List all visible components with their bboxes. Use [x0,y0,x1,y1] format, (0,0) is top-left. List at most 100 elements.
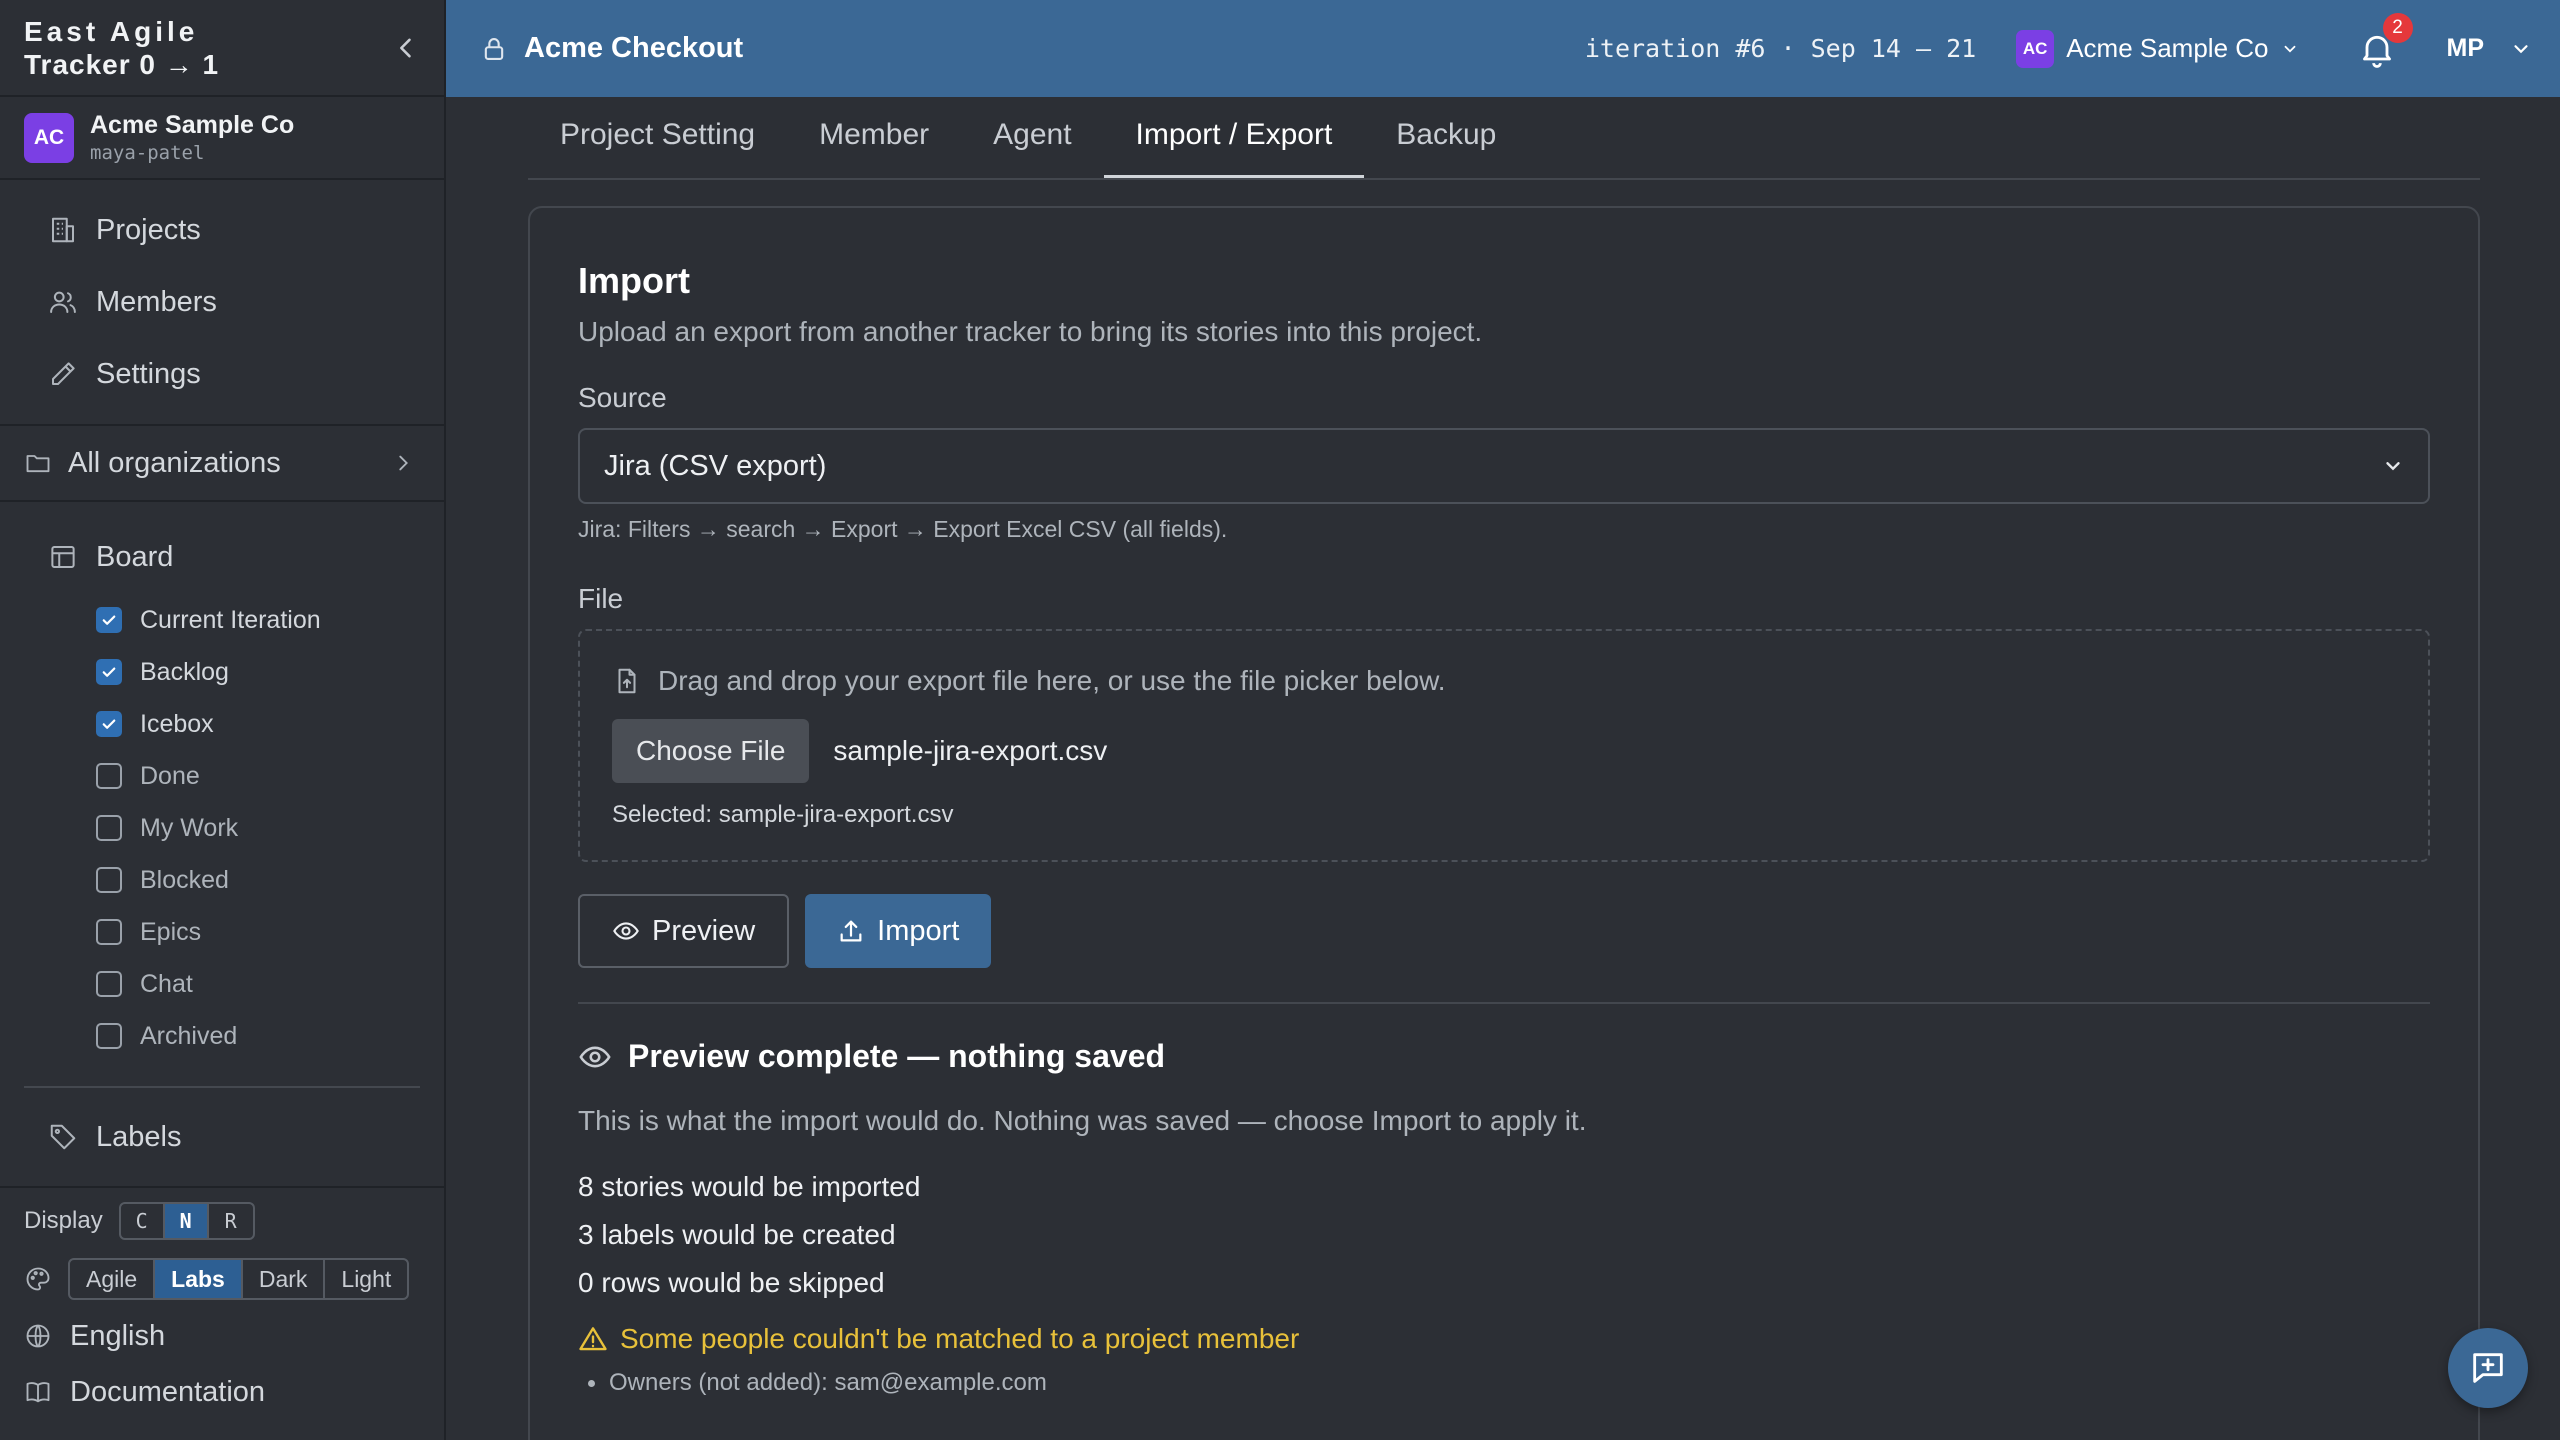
display-density-row: Display CNR [0,1192,444,1250]
preview-button[interactable]: Preview [578,894,790,968]
import-button[interactable]: Import [805,894,992,968]
tab-backup[interactable]: Backup [1364,95,1528,178]
checkbox-unchecked[interactable] [96,867,122,893]
board-filter-label: Chat [140,969,193,998]
language-selector[interactable]: English [0,1308,444,1364]
sidebar-item-settings[interactable]: Settings [0,338,444,410]
preview-button-label: Preview [652,914,756,947]
sidebar-item-projects[interactable]: Projects [0,194,444,266]
org-dropdown-label: Acme Sample Co [2066,33,2269,63]
choose-file-button[interactable]: Choose File [612,719,810,783]
users-icon [50,291,76,313]
brand-line-1: East Agile [24,15,199,47]
tab-import-export[interactable]: Import / Export [1103,95,1365,178]
theme-toggle: Agile Labs Dark Light [68,1258,410,1300]
board-icon [51,546,75,568]
import-heading: Import [578,260,690,301]
theme-option-light[interactable]: Light [325,1260,407,1298]
message-plus-icon [2473,1353,2503,1383]
labels-label: Labels [96,1120,182,1153]
file-picker-row: Choose File sample-jira-export.csv [612,719,2396,783]
preview-result-text: This is what the import would do. Nothin… [578,1105,1587,1136]
preview-stats: 8 stories would be imported 3 labels wou… [578,1163,2430,1307]
iteration-info[interactable]: iteration #6 · Sep 14 – 21 [1585,34,1976,63]
documentation-link[interactable]: Documentation [0,1364,444,1420]
board-filter-label: Icebox [140,709,214,738]
board-filter-item[interactable]: Current Iteration [96,594,444,646]
checkbox-unchecked[interactable] [96,815,122,841]
board-filter-item[interactable]: Icebox [96,698,444,750]
checkbox-unchecked[interactable] [96,763,122,789]
collapse-sidebar-icon[interactable] [392,34,420,62]
check-icon [102,719,116,729]
import-description: Upload an export from another tracker to… [578,316,1483,347]
tab-project-setting[interactable]: Project Setting [528,95,787,178]
org-dropdown[interactable]: AC Acme Sample Co [2016,29,2298,68]
file-dropzone[interactable]: Drag and drop your export file here, or … [578,629,2430,862]
theme-option-dark[interactable]: Dark [243,1260,326,1298]
unmatched-warning-text: Some people couldn't be matched to a pro… [620,1323,1300,1354]
preview-result-title: Preview complete — nothing saved [628,1038,1166,1074]
tab-member[interactable]: Member [787,95,961,178]
theme-option-agile[interactable]: Agile [70,1260,156,1298]
warning-icon [579,1327,607,1351]
notifications-button[interactable]: 2 [2357,12,2413,69]
board-filter-label: Blocked [140,865,229,894]
board-filter-label: Done [140,761,200,790]
building-icon [52,217,74,243]
board-filter-item[interactable]: Blocked [96,854,444,906]
display-option-c[interactable]: C [121,1204,165,1238]
board-filter-item[interactable]: My Work [96,802,444,854]
import-card: Import Upload an export from another tra… [528,206,2480,1440]
board-section: Board Current Iteration Backlog Icebox Done… [0,502,444,1088]
tab-agent[interactable]: Agent [961,95,1103,178]
board-filter-item[interactable]: Backlog [96,646,444,698]
checkbox-unchecked[interactable] [96,971,122,997]
theme-option-labs[interactable]: Labs [155,1260,243,1298]
import-actions: Preview Import [578,894,2430,968]
globe-icon [26,1324,50,1348]
sidebar-item-labels[interactable]: Labels [0,1088,444,1188]
sidebar-item-members[interactable]: Members [0,266,444,338]
user-initials: MP [2446,34,2485,62]
palette-icon [26,1267,50,1291]
stat-labels: 3 labels would be created [578,1219,896,1250]
checkbox-unchecked[interactable] [96,1023,122,1049]
eye-icon [579,1046,611,1067]
project-title: Acme Checkout [480,32,743,65]
all-organizations-link[interactable]: All organizations [0,426,444,502]
brand-logo[interactable]: East Agile Tracker 0 → 1 [24,15,219,81]
section-divider [578,1002,2430,1004]
preview-result-heading: Preview complete — nothing saved [578,1038,2430,1075]
notification-count-badge: 2 [2382,12,2413,43]
checkbox-checked[interactable] [96,607,122,633]
sidebar: East Agile Tracker 0 → 1 AC Acme Sample … [0,0,446,1440]
checkbox-unchecked[interactable] [96,919,122,945]
display-option-r[interactable]: R [209,1204,253,1238]
sidebar-item-board[interactable]: Board [0,520,444,594]
file-upload-icon [618,668,636,694]
display-option-n[interactable]: N [164,1204,209,1238]
feedback-chat-button[interactable] [2448,1328,2528,1408]
bullet [588,1379,595,1387]
eye-icon [613,922,639,940]
source-hint: Jira: Filters → search → Export → Export… [578,516,1228,542]
board-filter-item[interactable]: Done [96,750,444,802]
board-filter-label: My Work [140,813,239,842]
project-name: Acme Checkout [524,32,744,64]
org-switcher[interactable]: AC Acme Sample Co maya-patel [0,97,444,180]
board-filter-item[interactable]: Epics [96,906,444,958]
sidebar-item-label: Settings [96,357,201,390]
sidebar-item-label: Projects [96,213,201,246]
checkbox-checked[interactable] [96,659,122,685]
chosen-file-name: sample-jira-export.csv [833,735,1108,766]
check-icon [102,667,116,677]
checkbox-checked[interactable] [96,711,122,737]
source-select[interactable]: Jira (CSV export) [578,428,2430,504]
import-button-label: Import [877,914,960,947]
display-density-toggle: CNR [118,1202,255,1240]
board-filter-item[interactable]: Archived [96,1010,444,1062]
board-filter-item[interactable]: Chat [96,958,444,1010]
user-menu[interactable]: MP [2447,34,2533,63]
stat-stories: 8 stories would be imported [578,1171,921,1202]
